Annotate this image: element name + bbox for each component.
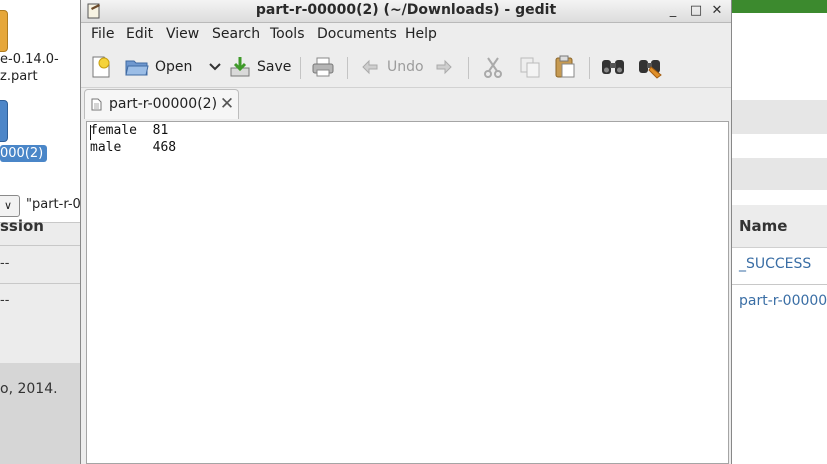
document-tab[interactable]: part-r-00000(2) ✕ [84,89,239,119]
menu-file[interactable]: File [91,26,114,42]
open-folder-icon [125,60,149,76]
path-field[interactable]: "part-r-0 [26,197,81,212]
row-divider [0,245,80,246]
menu-tools[interactable]: Tools [270,26,305,42]
name-column-header[interactable]: Name [739,217,787,235]
window-title: part-r-00000(2) (~/Downloads) - gedit [255,2,557,18]
archive-file-icon[interactable] [0,10,8,52]
save-icon [230,57,250,77]
text-editor-area[interactable]: female 81 male 468 [86,121,729,464]
paste-button[interactable] [554,53,576,81]
menu-documents[interactable]: Documents [317,26,397,42]
menu-view[interactable]: View [166,26,199,42]
green-header-bar [732,0,827,13]
toolbar-separator [300,57,301,79]
desktop-file-label[interactable]: z.part [0,68,38,85]
success-file-link[interactable]: _SUCCESS [739,256,811,272]
footer-text: o, 2014. [0,381,58,397]
tab-label: part-r-00000(2) [109,96,218,112]
cut-icon [484,57,502,78]
paste-icon [555,55,575,78]
menu-search[interactable]: Search [212,26,260,42]
document-tab-bar: part-r-00000(2) ✕ [81,88,731,120]
menu-edit[interactable]: Edit [126,26,153,42]
toolbar-separator [589,57,590,79]
find-replace-button[interactable] [637,53,663,81]
open-label: Open [155,59,193,75]
file-table-left [0,222,80,363]
print-icon [312,57,334,77]
menu-bar: File Edit View Search Tools Documents He… [81,23,731,47]
toolbar-separator [347,57,348,79]
document-line[interactable]: female 81 [90,123,168,138]
close-tab-icon[interactable]: ✕ [219,95,235,113]
maximize-button[interactable]: □ [688,3,704,19]
gray-strip [732,100,827,134]
copy-icon [520,57,540,78]
undo-label: Undo [387,59,424,75]
text-document-icon [91,98,102,111]
redo-icon [436,59,452,75]
document-line[interactable]: male 468 [90,140,176,155]
redo-button[interactable] [433,53,453,81]
minimize-button[interactable]: _ [665,3,681,19]
toolbar: Open Save Undo [81,47,731,88]
row-divider [732,284,827,285]
permission-column-header: ssion [0,217,44,235]
desktop-panel: e-0.14.0- z.part 000(2) [0,0,80,222]
new-document-icon [92,56,110,78]
row-divider [0,283,80,284]
permission-cell: -- [0,293,10,308]
undo-icon [362,59,378,75]
dropdown-arrow-icon[interactable] [208,62,222,72]
find-icon [602,60,624,74]
part-file-link[interactable]: part-r-00000 [739,293,827,309]
open-button[interactable]: Open [125,53,222,81]
text-file-icon[interactable] [0,100,8,142]
undo-button[interactable]: Undo [361,53,424,81]
permission-cell: -- [0,256,10,271]
desktop-file-label-selected[interactable]: 000(2) [0,145,48,162]
close-window-button[interactable]: ✕ [709,3,725,19]
copy-button[interactable] [519,53,541,81]
find-button[interactable] [600,53,626,81]
print-button[interactable] [311,53,335,81]
path-dropdown[interactable]: ∨ [0,195,20,217]
cut-button[interactable] [483,53,503,81]
menu-help[interactable]: Help [405,26,437,42]
gray-strip [732,158,827,190]
title-bar[interactable]: part-r-00000(2) (~/Downloads) - gedit _ … [81,0,731,23]
save-label: Save [257,59,292,75]
toolbar-separator [468,57,469,79]
save-button[interactable]: Save [229,53,291,81]
find-replace-icon [639,60,662,79]
new-document-button[interactable] [90,53,112,81]
desktop-file-label[interactable]: e-0.14.0- [0,51,59,68]
gedit-window: part-r-00000(2) (~/Downloads) - gedit _ … [80,0,732,464]
